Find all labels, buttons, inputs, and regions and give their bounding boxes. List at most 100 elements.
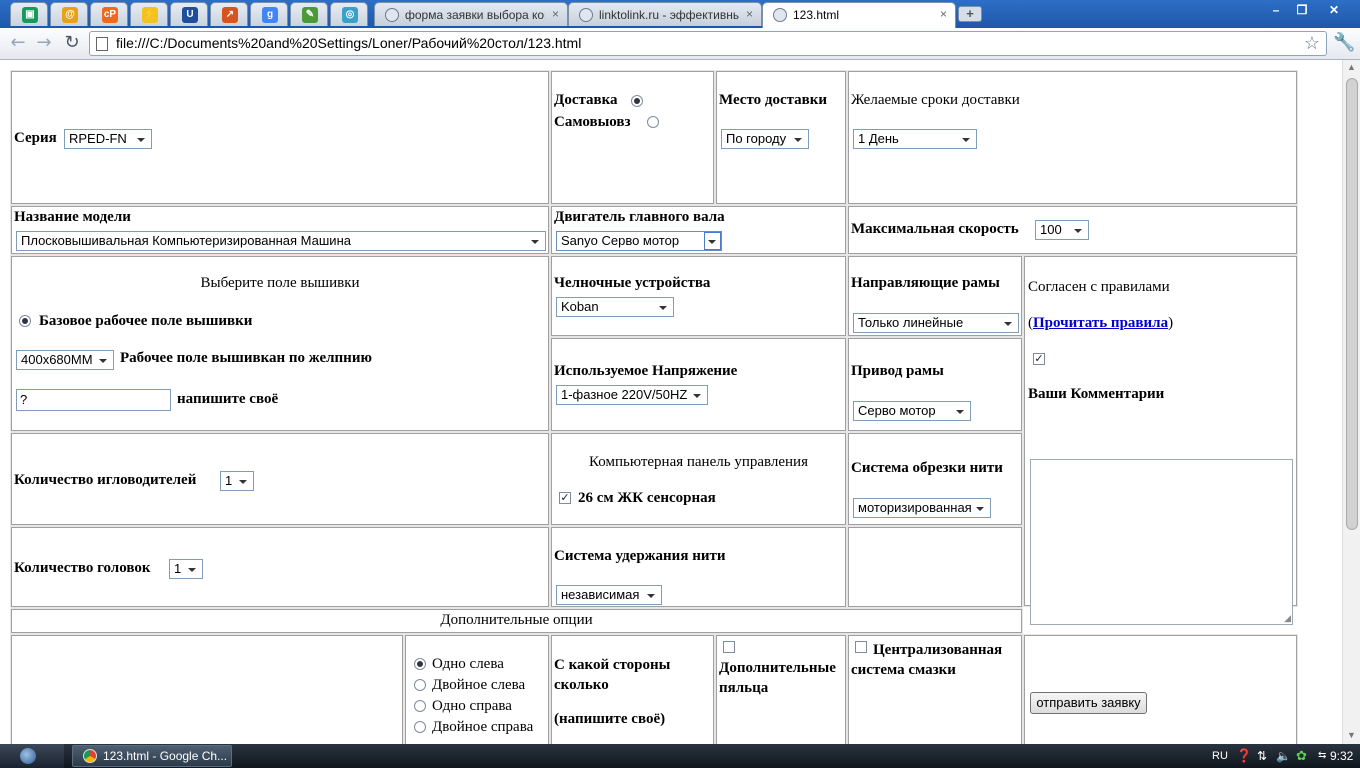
terms-cell: Желаемые сроки доставки 1 День [847, 70, 1298, 205]
cp-icon: cP [102, 7, 118, 23]
frame-drive-select[interactable]: Серво мотор [853, 401, 971, 421]
lube-cell: Централизованная система смазки [847, 634, 1023, 744]
side-options-cell: Одно слева Двойное слева Одно справа Дво… [404, 634, 550, 744]
heads-cell: Количество головок 1 [10, 526, 550, 608]
chevron-down-icon [956, 410, 964, 414]
side-option-radio-2[interactable] [414, 679, 426, 691]
read-rules-link[interactable]: Прочитать правила [1033, 315, 1168, 331]
windows-taskbar: 123.html - Google Ch... RU ❓ ⇅ 🔈 ✿ ⇆ 9:3… [0, 744, 1360, 768]
tab-123-html[interactable]: 123.html × [762, 2, 956, 28]
chevron-down-icon [976, 507, 984, 511]
orbit-icon: ◎ [342, 7, 358, 23]
chevron-down-icon [188, 568, 196, 572]
flower-tray-icon[interactable]: ✿ [1296, 744, 1307, 768]
base-field-radio[interactable] [19, 315, 31, 327]
heads-select[interactable]: 1 [169, 559, 203, 579]
model-select[interactable]: Плосковышивальная Компьютеризированная М… [16, 231, 546, 251]
lightning-icon: ⚡ [142, 7, 158, 23]
rails-select[interactable]: Только линейные [853, 313, 1019, 333]
needles-select[interactable]: 1 [220, 471, 254, 491]
delivery-radio[interactable] [631, 95, 643, 107]
place-cell: Место доставки По городу [715, 70, 847, 205]
address-bar[interactable]: file:///C:/Documents%20and%20Settings/Lo… [89, 31, 1327, 56]
voltage-cell: Используемое Напряжение 1-фазное 220V/50… [550, 337, 847, 432]
pinned-tab-4[interactable]: ⚡ [130, 2, 168, 26]
pinned-tab-3[interactable]: cP [90, 2, 128, 26]
wrench-icon[interactable]: 🔧 [1333, 32, 1355, 53]
network-icon[interactable]: ⇅ [1257, 744, 1267, 768]
language-indicator[interactable]: RU [1212, 744, 1228, 768]
clock[interactable]: 9:32 [1330, 744, 1353, 768]
custom-field-input[interactable]: ? [16, 389, 171, 411]
chevron-down-icon [99, 359, 107, 363]
close-window-icon[interactable]: ✕ [1322, 2, 1346, 18]
pickup-radio[interactable] [647, 116, 659, 128]
help-icon[interactable]: ❓ [1236, 744, 1252, 768]
pinned-tab-8[interactable]: ✎ [290, 2, 328, 26]
order-form: Серия RPED-FN Доставка Самовыовз Место д… [8, 69, 1300, 744]
trim-select[interactable]: моторизированная [853, 498, 991, 518]
pinned-tab-5[interactable]: U [170, 2, 208, 26]
scroll-down-icon[interactable]: ▼ [1347, 730, 1356, 740]
tray-arrows-icon[interactable]: ⇆ [1318, 744, 1326, 768]
resize-grip-icon[interactable]: ◢ [1284, 613, 1291, 624]
scroll-up-icon[interactable]: ▲ [1347, 62, 1356, 72]
site-icon-green: ▣ [22, 7, 38, 23]
voltage-select[interactable]: 1-фазное 220V/50HZ [556, 385, 708, 405]
start-button[interactable] [0, 744, 64, 768]
chevron-down-icon [708, 240, 716, 244]
globe-icon [579, 8, 593, 22]
taskbar-chrome-window[interactable]: 123.html - Google Ch... [72, 745, 232, 767]
shuttle-select[interactable]: Koban [556, 297, 674, 317]
chevron-down-icon [531, 240, 539, 244]
embroidery-field-cell: Выберите поле вышивки Базовое рабочее по… [10, 255, 550, 432]
motor-select[interactable]: Sanyo Серво мотор [556, 231, 722, 251]
close-tab-icon[interactable]: × [940, 7, 947, 21]
pinned-tab-1[interactable]: ▣ [10, 2, 48, 26]
pinned-tab-6[interactable]: ↗ [210, 2, 248, 26]
terms-select[interactable]: 1 День [853, 129, 977, 149]
close-tab-icon[interactable]: × [746, 7, 753, 21]
minimize-icon[interactable]: – [1264, 2, 1288, 18]
back-icon[interactable]: ← [6, 32, 30, 54]
tab-form[interactable]: форма заявки выбора компл × [374, 2, 568, 26]
url-text: file:///C:/Documents%20and%20Settings/Lo… [116, 35, 582, 51]
windows-logo-icon [20, 748, 36, 764]
tab-linktolink[interactable]: linktolink.ru - эффективный о × [568, 2, 762, 26]
side-option-radio-3[interactable] [414, 700, 426, 712]
side-option-radio-1[interactable] [414, 658, 426, 670]
chevron-down-icon [693, 394, 701, 398]
bookmark-star-icon[interactable]: ☆ [1304, 32, 1320, 55]
new-tab-button[interactable]: + [958, 6, 982, 22]
chrome-icon [83, 749, 97, 763]
frame-drive-cell: Привод рамы Серво мотор [847, 337, 1023, 432]
close-tab-icon[interactable]: × [552, 7, 559, 21]
forward-icon[interactable]: → [32, 32, 56, 54]
side-option-radio-4[interactable] [414, 721, 426, 733]
comments-textarea[interactable]: ◢ [1030, 459, 1293, 625]
chevron-down-icon [137, 138, 145, 142]
pinned-tab-7[interactable]: g [250, 2, 288, 26]
volume-icon[interactable]: 🔈 [1276, 744, 1291, 768]
submit-button[interactable]: отправить заявку [1030, 692, 1147, 714]
field-size-select[interactable]: 400x680MM [16, 350, 114, 370]
globe-icon [385, 8, 399, 22]
side-question-cell: С какой стороны сколько (напишите своё) [550, 634, 715, 744]
maximize-icon[interactable]: ❐ [1290, 2, 1314, 18]
extra-hoops-checkbox[interactable] [723, 641, 735, 653]
vertical-scrollbar[interactable]: ▲ ▼ [1342, 60, 1360, 744]
hold-select[interactable]: независимая [556, 585, 662, 605]
motor-cell: Двигатель главного вала Sanyo Серво мото… [550, 205, 847, 255]
agree-checkbox[interactable]: ✓ [1033, 353, 1045, 365]
pinned-tab-9[interactable]: ◎ [330, 2, 368, 26]
place-select[interactable]: По городу [721, 129, 809, 149]
panel-checkbox[interactable]: ✓ [559, 492, 571, 504]
extra-options-header: Дополнительные опции [10, 608, 1023, 634]
scroll-thumb[interactable] [1346, 78, 1358, 530]
series-select[interactable]: RPED-FN [64, 129, 152, 149]
chevron-down-icon [794, 138, 802, 142]
pinned-tab-2[interactable]: @ [50, 2, 88, 26]
speed-select[interactable]: 100 [1035, 220, 1089, 240]
reload-icon[interactable]: ↻ [60, 32, 84, 54]
chevron-down-icon [962, 138, 970, 142]
